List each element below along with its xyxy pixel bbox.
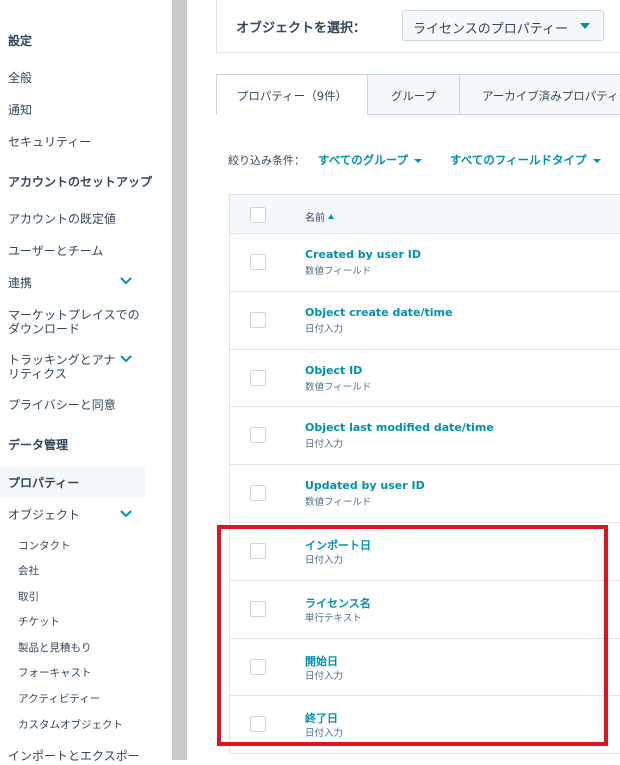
object-select-dropdown[interactable]: ライセンスのプロパティー bbox=[402, 10, 604, 41]
tab-properties[interactable]: プロパティー（9件） bbox=[216, 74, 368, 115]
sidebar-subitem-custom-objects[interactable]: カスタムオブジェクト bbox=[18, 717, 123, 732]
sidebar-item-general[interactable]: 全般 bbox=[8, 71, 32, 85]
sidebar-item-notifications[interactable]: 通知 bbox=[8, 103, 32, 117]
property-field-type: 数値フィールド bbox=[305, 266, 372, 277]
caret-down-icon bbox=[592, 158, 601, 163]
table-row: Object ID 数値フィールド bbox=[230, 350, 620, 408]
table-header: 名前 bbox=[230, 194, 620, 234]
object-select-label: オブジェクトを選択： bbox=[236, 21, 367, 36]
row-checkbox[interactable] bbox=[250, 311, 266, 328]
settings-sidebar: 設定 全般 通知 セキュリティー アカウントのセットアップ アカウントの既定値 … bbox=[0, 0, 172, 765]
table-row: Object last modified date/time 日付入力 bbox=[230, 407, 620, 466]
sort-ascending-icon bbox=[328, 214, 334, 219]
sidebar-item-marketplace-downloads[interactable]: マーケットプレイスでの ダウンロード bbox=[8, 308, 140, 336]
sidebar-subitem-contacts[interactable]: コンタクト bbox=[18, 538, 71, 553]
sidebar-subitem-tickets[interactable]: チケット bbox=[18, 614, 60, 629]
sidebar-item-tracking-analytics[interactable]: トラッキングとアナ リティクス bbox=[8, 353, 115, 381]
row-checkbox[interactable] bbox=[250, 369, 266, 386]
sidebar-subitem-forecast[interactable]: フォーキャスト bbox=[18, 665, 92, 680]
filter-field-type-dropdown[interactable]: すべてのフィールドタイプ bbox=[450, 152, 601, 168]
chevron-down-icon[interactable] bbox=[120, 355, 132, 365]
sidebar-subitem-products-quotes[interactable]: 製品と見積もり bbox=[18, 640, 92, 655]
caret-down-icon bbox=[580, 23, 590, 29]
sidebar-item-objects[interactable]: オブジェクト bbox=[8, 508, 80, 522]
property-name-link[interactable]: Object create date/time bbox=[305, 306, 452, 319]
property-name-link[interactable]: Updated by user ID bbox=[305, 479, 425, 492]
column-header-name[interactable]: 名前 bbox=[305, 209, 334, 224]
filter-group-dropdown[interactable]: すべてのグループ bbox=[318, 152, 423, 168]
property-field-type: 数値フィールド bbox=[305, 381, 372, 393]
sidebar-item-label: マーケットプレイスでの bbox=[8, 308, 140, 322]
sidebar-item-properties[interactable]: プロパティー bbox=[8, 476, 79, 490]
caret-down-icon bbox=[414, 158, 423, 163]
filter-field-type-value: すべてのフィールドタイプ bbox=[450, 153, 587, 167]
property-name-link[interactable]: Created by user ID bbox=[305, 248, 421, 261]
property-field-type: 日付入力 bbox=[305, 439, 344, 451]
sidebar-subitem-activities[interactable]: アクティビティー bbox=[18, 691, 100, 706]
sidebar-item-import-export[interactable]: インポートとエクスポー bbox=[8, 749, 140, 763]
sidebar-item-users-teams[interactable]: ユーザーとチーム bbox=[8, 244, 103, 258]
tab-groups[interactable]: グループ bbox=[367, 74, 460, 115]
sidebar-subitem-deals[interactable]: 取引 bbox=[18, 589, 39, 604]
object-select-value: ライセンスのプロパティー bbox=[413, 22, 568, 37]
table-row: Updated by user ID 数値フィールド bbox=[230, 465, 620, 523]
sidebar-subitem-companies[interactable]: 会社 bbox=[18, 563, 39, 578]
sidebar-item-label: トラッキングとアナ bbox=[8, 353, 116, 367]
table-row: Created by user ID 数値フィールド bbox=[230, 234, 620, 292]
sidebar-section-account-setup: アカウントのセットアップ bbox=[8, 175, 153, 189]
row-checkbox[interactable] bbox=[250, 427, 266, 444]
filter-label: 絞り込み条件： bbox=[228, 154, 305, 167]
table-row: Object create date/time 日付入力 bbox=[230, 292, 620, 350]
property-field-type: 日付入力 bbox=[305, 323, 344, 335]
property-field-type: 数値フィールド bbox=[305, 497, 372, 509]
chevron-down-icon[interactable] bbox=[120, 510, 132, 520]
sidebar-item-label: リティクス bbox=[8, 367, 67, 381]
sidebar-item-account-defaults[interactable]: アカウントの既定値 bbox=[8, 212, 116, 226]
sidebar-item-privacy-consent[interactable]: プライバシーと同意 bbox=[8, 398, 116, 412]
property-name-link[interactable]: Object ID bbox=[305, 364, 362, 377]
property-name-link[interactable]: Object last modified date/time bbox=[305, 421, 494, 434]
row-checkbox[interactable] bbox=[250, 485, 266, 502]
sidebar-title-settings: 設定 bbox=[8, 34, 33, 48]
sidebar-scrollbar[interactable] bbox=[172, 0, 187, 760]
filter-group-value: すべてのグループ bbox=[318, 153, 409, 167]
chevron-down-icon[interactable] bbox=[120, 277, 132, 287]
highlight-annotation-box bbox=[217, 525, 608, 746]
sidebar-item-security[interactable]: セキュリティー bbox=[8, 135, 91, 149]
row-checkbox[interactable] bbox=[250, 254, 266, 270]
sidebar-item-integrations[interactable]: 連携 bbox=[8, 276, 32, 290]
tab-archived-properties[interactable]: アーカイブ済みプロパティー bbox=[459, 74, 620, 115]
sidebar-section-data-management: データ管理 bbox=[8, 438, 69, 452]
property-tabs: プロパティー（9件） グループ アーカイブ済みプロパティー bbox=[216, 74, 620, 115]
select-all-checkbox[interactable] bbox=[250, 207, 266, 223]
sidebar-item-label: ダウンロード bbox=[8, 322, 81, 336]
